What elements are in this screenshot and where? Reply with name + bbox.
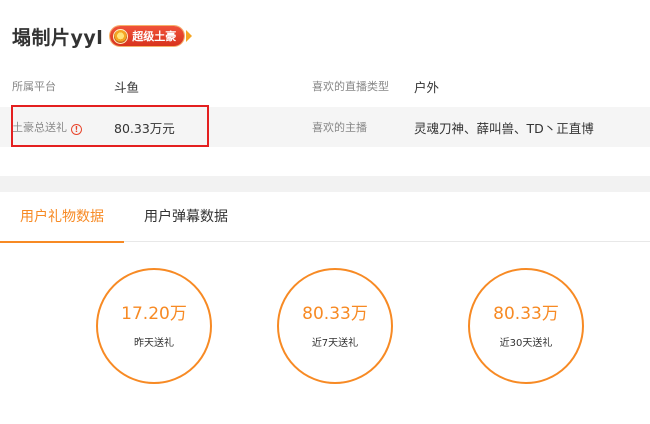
fav-type-value: 户外 <box>414 79 440 95</box>
user-header: 塌制片yyl 超级土豪 <box>12 22 193 50</box>
info-row-platform: 所属平台 斗鱼 喜欢的直播类型 户外 <box>0 66 650 106</box>
stat-7days: 80.33万 近7天送礼 <box>277 268 393 384</box>
stat-yesterday: 17.20万 昨天送礼 <box>96 268 212 384</box>
medal-icon <box>113 28 129 44</box>
stat-value: 80.33万 <box>493 304 559 324</box>
tab-gift-data[interactable]: 用户礼物数据 <box>0 192 124 243</box>
fav-anchor-label: 喜欢的主播 <box>312 121 367 134</box>
tab-danmaku-data[interactable]: 用户弹幕数据 <box>124 192 248 242</box>
platform-value: 斗鱼 <box>114 79 140 95</box>
stat-value: 17.20万 <box>121 304 187 324</box>
user-profile-card: 塌制片yyl 超级土豪 所属平台 斗鱼 喜欢的直播类型 户外 土豪总送礼! 80… <box>0 0 650 176</box>
stat-label: 近30天送礼 <box>499 338 553 349</box>
fav-type-label: 喜欢的直播类型 <box>312 80 389 93</box>
stat-label: 近7天送礼 <box>311 338 359 349</box>
section-divider <box>0 176 650 192</box>
badge-label: 超级土豪 <box>132 30 177 43</box>
badge-ribbon-icon <box>186 30 193 42</box>
username: 塌制片yyl <box>12 26 104 49</box>
stat-30days: 80.33万 近30天送礼 <box>468 268 584 384</box>
tycoon-badge: 超级土豪 <box>110 26 185 46</box>
highlight-box <box>11 105 209 147</box>
fav-anchor-value: 灵魂刀神、薛叫兽、TD丶正直博 <box>414 120 594 136</box>
stat-label: 昨天送礼 <box>134 338 174 349</box>
platform-label: 所属平台 <box>12 80 56 93</box>
stat-value: 80.33万 <box>302 304 368 324</box>
data-tabs: 用户礼物数据 用户弹幕数据 <box>0 192 650 243</box>
